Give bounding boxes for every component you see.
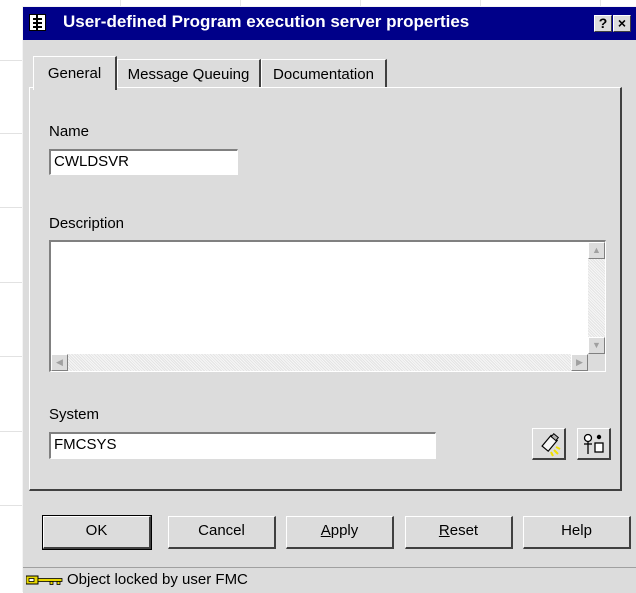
help-button[interactable]: Help <box>523 516 631 549</box>
reset-mnemonic: R <box>438 522 450 539</box>
scroll-right-arrow-icon[interactable]: ▶ <box>571 354 588 371</box>
reset-label: eset <box>449 522 479 539</box>
ok-button[interactable]: OK <box>42 515 152 550</box>
tab-message-queuing[interactable]: Message Queuing <box>117 59 261 89</box>
horizontal-scrollbar[interactable]: ◀ ▶ <box>51 354 588 371</box>
background-line <box>0 60 22 61</box>
title-bar[interactable]: User-defined Program execution server pr… <box>23 7 636 40</box>
system-tree-button[interactable] <box>577 428 611 460</box>
find-system-button[interactable] <box>532 428 566 460</box>
background-line <box>0 133 22 134</box>
background-line <box>0 282 22 283</box>
apply-label: pply <box>330 522 359 539</box>
scroll-up-arrow-icon[interactable]: ▲ <box>588 242 605 259</box>
scroll-left-arrow-icon[interactable]: ◀ <box>51 354 68 371</box>
apply-button[interactable]: Apply <box>286 516 394 549</box>
tab-general[interactable]: General <box>33 56 117 90</box>
notebook-icon[interactable] <box>29 14 46 31</box>
background-line <box>0 431 22 432</box>
general-panel: Name CWLDSVR Description ▲ ▼ ◀ ▶ System … <box>29 87 622 491</box>
background-line <box>0 356 22 357</box>
status-text: Object locked by user FMC <box>67 571 248 588</box>
background-line <box>0 207 22 208</box>
properties-dialog: User-defined Program execution server pr… <box>22 6 636 593</box>
apply-mnemonic: A <box>320 522 331 539</box>
hierarchy-icon <box>583 433 604 454</box>
name-field[interactable]: CWLDSVR <box>49 149 238 175</box>
status-bar: Object locked by user FMC <box>23 567 636 593</box>
reset-button[interactable]: Reset <box>405 516 513 549</box>
scroll-corner <box>588 354 605 371</box>
background-line <box>0 505 22 506</box>
scroll-down-arrow-icon[interactable]: ▼ <box>588 337 605 354</box>
flashlight-icon <box>541 432 561 457</box>
key-icon <box>26 575 63 585</box>
description-field[interactable]: ▲ ▼ ◀ ▶ <box>49 240 606 372</box>
name-label: Name <box>49 123 90 140</box>
tab-strip: General Message Queuing Documentation <box>23 56 636 90</box>
description-label: Description <box>49 215 125 232</box>
window-title: User-defined Program execution server pr… <box>63 12 470 31</box>
system-field[interactable]: FMCSYS <box>49 432 436 459</box>
tab-documentation[interactable]: Documentation <box>261 59 387 89</box>
vertical-scrollbar[interactable]: ▲ ▼ <box>588 242 605 354</box>
close-button[interactable]: × <box>613 15 631 32</box>
help-title-button[interactable]: ? <box>594 15 612 32</box>
system-label: System <box>49 406 100 423</box>
cancel-button[interactable]: Cancel <box>168 516 276 549</box>
